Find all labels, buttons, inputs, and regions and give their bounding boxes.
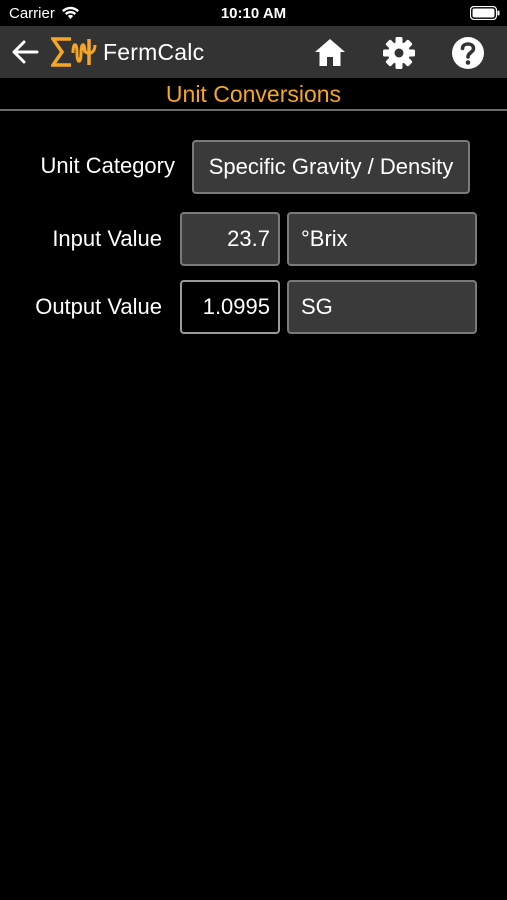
page-title-bar: Unit Conversions bbox=[0, 78, 507, 111]
output-value-label: Output Value bbox=[35, 294, 162, 319]
gear-icon[interactable] bbox=[381, 35, 417, 71]
output-unit-select[interactable]: SG bbox=[287, 280, 477, 334]
unit-category-label: Unit Category bbox=[40, 153, 175, 178]
input-value-label: Input Value bbox=[52, 226, 162, 251]
page-title: Unit Conversions bbox=[165, 81, 342, 107]
input-unit-select[interactable]: °Brix bbox=[287, 212, 477, 266]
back-arrow-icon[interactable] bbox=[10, 37, 40, 67]
input-value-field[interactable]: 23.7 bbox=[180, 212, 280, 266]
help-icon[interactable] bbox=[450, 35, 486, 71]
nav-bar: FermCalc bbox=[0, 26, 507, 78]
status-time: 10:10 AM bbox=[220, 5, 287, 22]
battery-icon bbox=[470, 6, 500, 20]
home-icon[interactable] bbox=[312, 35, 348, 71]
status-bar: Carrier 10:10 AM bbox=[0, 0, 507, 26]
unit-category-select[interactable]: Specific Gravity / Density bbox=[192, 140, 470, 194]
sigma-logo-icon bbox=[51, 37, 97, 67]
app-title: FermCalc bbox=[103, 39, 205, 65]
output-value-field: 1.0995 bbox=[180, 280, 280, 334]
